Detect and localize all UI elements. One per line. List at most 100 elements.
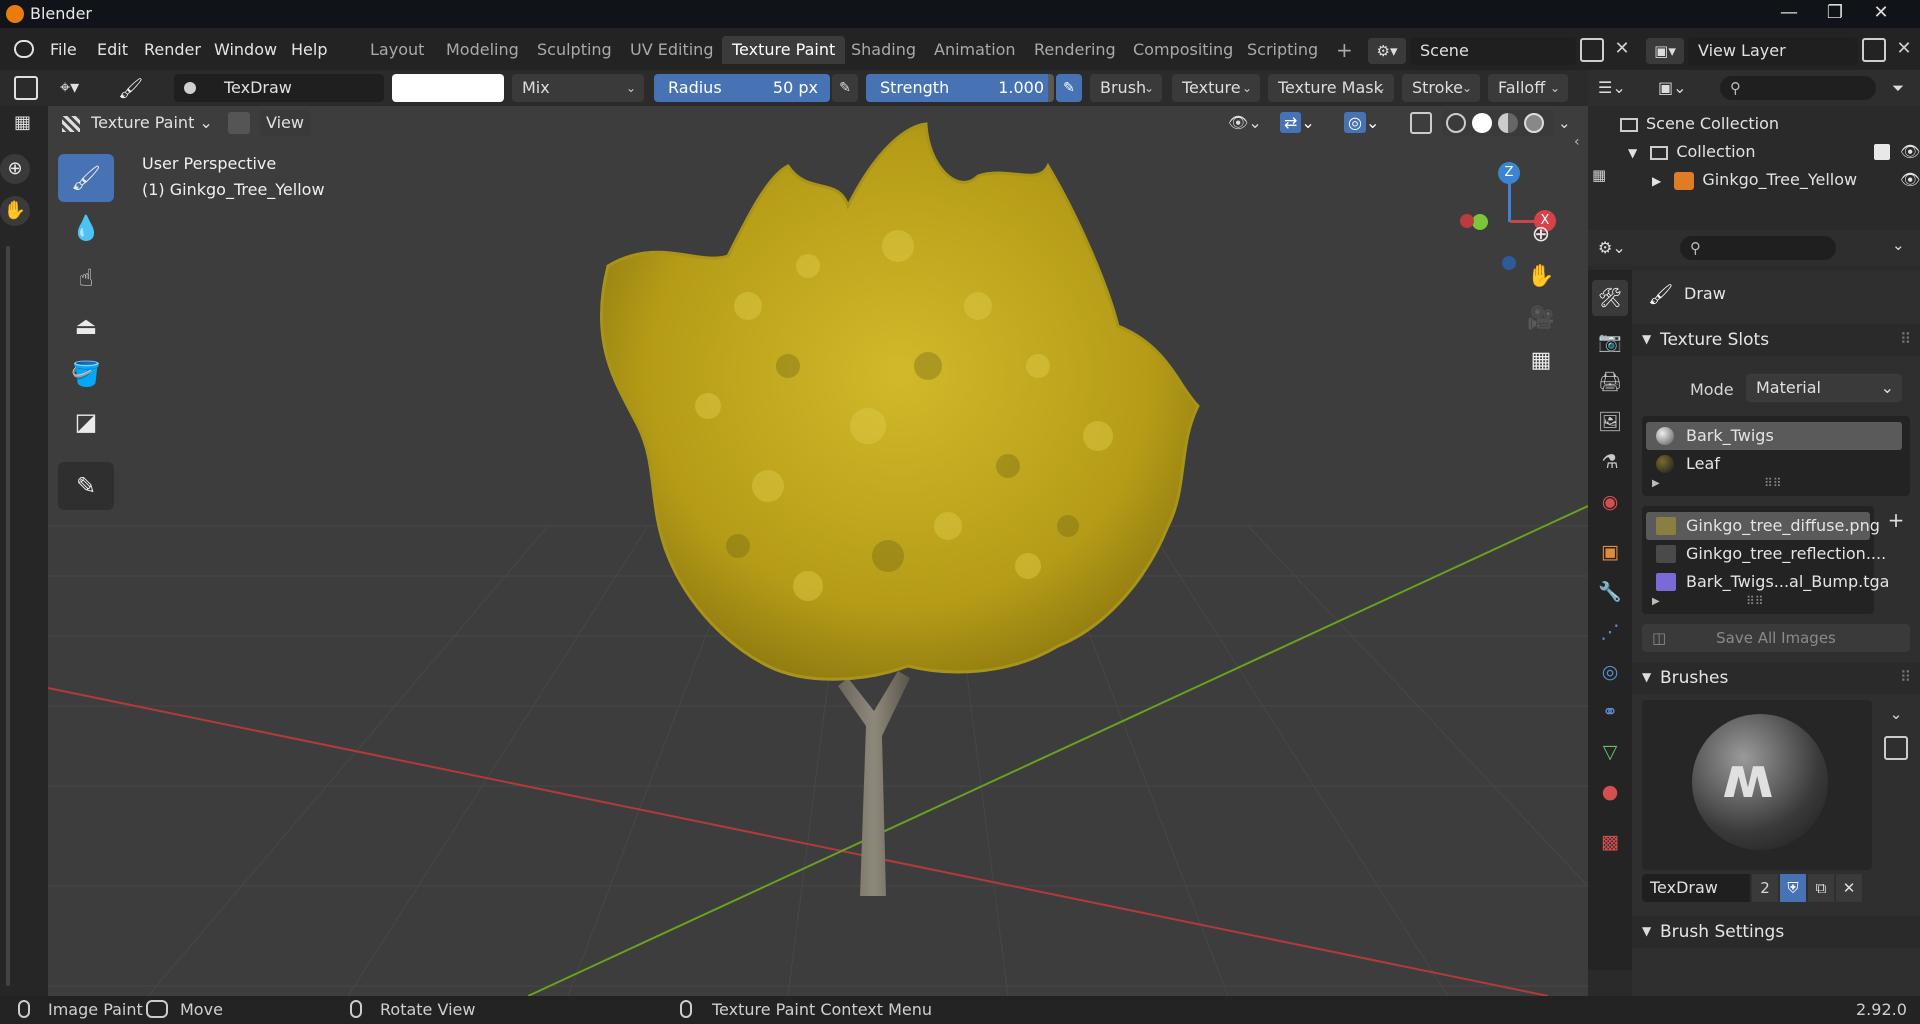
add-view-icon[interactable]: ⊕ — [0, 154, 30, 184]
radius-pressure-icon[interactable]: ✎ — [832, 74, 858, 102]
gizmo-y-axis[interactable] — [1472, 214, 1488, 230]
brush-image-icon[interactable] — [1884, 736, 1908, 760]
tab-rendering[interactable]: Rendering — [1024, 36, 1126, 64]
scene-field[interactable]: Scene — [1410, 37, 1576, 65]
drag-handle-icon[interactable]: ⠿ — [1900, 668, 1911, 686]
tab-scripting[interactable]: Scripting — [1237, 36, 1328, 64]
fake-user-shield-icon[interactable]: ⛨ — [1780, 874, 1806, 902]
add-workspace-button[interactable]: + — [1326, 36, 1363, 64]
image-slot-diffuse[interactable]: Ginkgo_tree_diffuse.png — [1646, 512, 1880, 540]
stroke-menu[interactable]: Stroke ⌄ — [1402, 74, 1480, 102]
fill-tool-button[interactable]: 🪣 — [58, 350, 114, 398]
material-slot-leaf[interactable]: Leaf — [1646, 450, 1902, 478]
xray-toggle-icon[interactable] — [1410, 112, 1432, 134]
texture-slots-panel[interactable]: ▼ Texture Slots ⠿ — [1632, 324, 1920, 356]
tab-compositing[interactable]: Compositing — [1123, 36, 1243, 64]
duplicate-brush-icon[interactable]: ⧉ — [1808, 874, 1834, 902]
camera-view-icon[interactable]: 🎥 — [1522, 300, 1560, 338]
texture-tab-icon[interactable]: ▩ — [1592, 824, 1628, 860]
soften-tool-button[interactable]: 💧 — [58, 204, 114, 252]
draw-tool-button[interactable]: 🖌 — [58, 154, 114, 202]
gizmo-neg-z-axis[interactable] — [1502, 256, 1516, 270]
brush-color-swatch[interactable] — [392, 74, 504, 102]
strength-pressure-icon[interactable]: ✎ — [1056, 74, 1082, 102]
visibility-eye-icon[interactable]: 👁⌄ — [1228, 110, 1272, 136]
tab-uv-editing[interactable]: UV Editing — [620, 36, 723, 64]
view-layer-field[interactable]: View Layer — [1688, 37, 1858, 65]
texture-menu[interactable]: Texture ⌄ — [1172, 74, 1260, 102]
outliner-scene-collection[interactable]: Scene Collection — [1620, 110, 1910, 138]
brush-preview[interactable]: ʍ — [1642, 700, 1872, 870]
outliner-search-input[interactable]: ⚲ — [1720, 76, 1876, 100]
material-shading-icon[interactable] — [1498, 113, 1518, 133]
brush-menu[interactable]: Brush ⌄ — [1090, 74, 1162, 102]
view-menu[interactable]: View — [260, 110, 310, 136]
menu-file[interactable]: File — [50, 40, 77, 59]
clone-tool-button[interactable]: ⏏ — [58, 302, 114, 350]
eye-icon[interactable]: 👁 — [1900, 166, 1920, 194]
properties-type-icon[interactable]: ⚙⌄ — [1598, 236, 1638, 260]
gizmo-neg-x-axis[interactable] — [1460, 214, 1474, 228]
paint-brush-icon[interactable]: 🖌 — [118, 74, 148, 102]
brush-selector[interactable]: TexDraw — [174, 74, 384, 102]
falloff-menu[interactable]: Falloff ⌄ — [1488, 74, 1568, 102]
pan-hand-icon[interactable]: ✋ — [0, 196, 30, 226]
tab-layout[interactable]: Layout — [360, 36, 434, 64]
blend-mode-dropdown[interactable]: Mix ⌄ — [512, 74, 644, 102]
properties-search-input[interactable]: ⚲ — [1680, 236, 1836, 260]
blender-menu-icon[interactable] — [14, 40, 34, 58]
exclude-checkbox[interactable] — [1874, 144, 1890, 160]
remove-view-layer-icon[interactable]: ✕ — [1892, 38, 1916, 62]
material-tab-icon[interactable]: ● — [1592, 774, 1628, 810]
outliner-object-row[interactable]: ▶ Ginkgo_Tree_Yellow 👁 — [1652, 166, 1920, 194]
new-scene-icon[interactable] — [1580, 38, 1604, 62]
minimize-button[interactable]: — — [1766, 0, 1812, 28]
tab-shading[interactable]: Shading — [841, 36, 926, 64]
solid-shading-icon[interactable] — [1472, 113, 1492, 133]
material-slot-bark[interactable]: Bark_Twigs — [1646, 422, 1902, 450]
mode-dropdown[interactable]: Material ⌄ — [1746, 374, 1902, 402]
smear-tool-button[interactable]: ☝ — [58, 254, 114, 302]
view-layer-tab-icon[interactable]: 🖼 — [1592, 404, 1628, 440]
expand-right-icon[interactable]: ▶ — [1652, 478, 1660, 489]
left-scroll-bar[interactable] — [6, 246, 10, 986]
tab-animation[interactable]: Animation — [924, 36, 1026, 64]
world-tab-icon[interactable]: ◉ — [1592, 484, 1628, 520]
display-mode-icon[interactable]: ▣⌄ — [1658, 76, 1698, 100]
mask-tool-button[interactable]: ◪ — [58, 398, 114, 446]
scene-tab-icon[interactable]: ⚗ — [1592, 444, 1628, 480]
tool-mode-icon[interactable]: ⌖▾ — [60, 75, 104, 101]
list-resize-handle[interactable]: ⠿⠿ — [1746, 594, 1764, 608]
rendered-shading-icon[interactable] — [1524, 113, 1544, 133]
gizmo-toggle-icon[interactable]: ⇄ ⌄ — [1280, 110, 1332, 136]
eye-icon[interactable]: 👁 — [1900, 138, 1920, 166]
annotate-tool-button[interactable]: ✎ — [58, 462, 114, 510]
add-texture-button[interactable]: + — [1882, 506, 1910, 534]
expand-right-icon[interactable]: ▶ — [1652, 596, 1660, 607]
tab-sculpting[interactable]: Sculpting — [527, 36, 622, 64]
navigation-gizmo[interactable]: Z X — [1460, 156, 1570, 270]
shading-options-icon[interactable]: ⌄ — [1558, 110, 1578, 136]
radius-slider[interactable]: Radius 50 px — [654, 74, 830, 102]
chevron-down-icon[interactable]: ⌄ — [1892, 236, 1905, 254]
menu-render[interactable]: Render — [144, 40, 201, 59]
drag-handle-icon[interactable]: ⠿ — [1900, 330, 1911, 348]
particles-tab-icon[interactable]: ⋰ — [1592, 614, 1628, 650]
constraints-tab-icon[interactable]: ⚭ — [1592, 694, 1628, 730]
image-slot-bump[interactable]: Bark_Twigs...al_Bump.tga — [1646, 568, 1889, 596]
image-slot-reflection[interactable]: Ginkgo_tree_reflection.... — [1646, 540, 1886, 568]
restore-button[interactable]: ❐ — [1812, 0, 1858, 28]
brush-settings-panel[interactable]: ▼ Brush Settings — [1632, 916, 1920, 948]
outliner-collection[interactable]: ▼ Collection 👁 — [1628, 138, 1920, 166]
unlink-brush-icon[interactable]: ✕ — [1836, 874, 1862, 902]
tool-tab-icon[interactable]: 🛠 — [1592, 280, 1628, 316]
ortho-toggle-icon[interactable]: ▦ — [1522, 342, 1560, 380]
brush-menu-dropdown[interactable]: ⌄ — [1882, 700, 1910, 728]
close-button[interactable]: ✕ — [1858, 0, 1904, 28]
wireframe-shading-icon[interactable] — [1446, 113, 1466, 133]
object-tab-icon[interactable]: ▣ — [1592, 534, 1628, 570]
pan-icon[interactable]: ✋ — [1522, 258, 1560, 296]
physics-tab-icon[interactable]: ◎ — [1592, 654, 1628, 690]
remove-scene-icon[interactable]: ✕ — [1610, 38, 1634, 62]
zoom-icon[interactable]: ⊕ — [1522, 216, 1560, 254]
